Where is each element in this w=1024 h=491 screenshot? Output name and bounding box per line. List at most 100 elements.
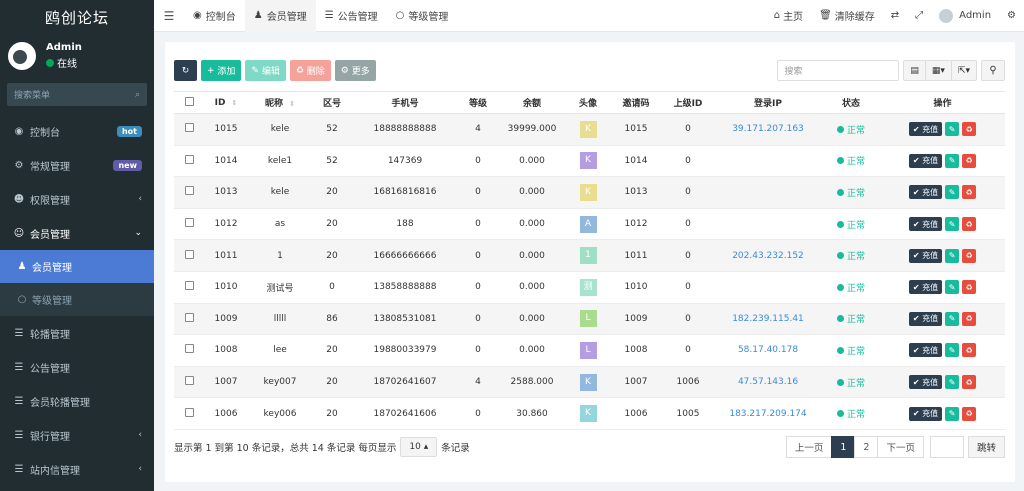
site-logo[interactable]: 鸥创论坛: [0, 0, 154, 34]
row-avatar[interactable]: K: [579, 120, 597, 138]
row-delete-button[interactable]: ♻: [962, 153, 977, 168]
row-delete-button[interactable]: ♻: [962, 406, 977, 421]
add-button[interactable]: + 添加: [201, 60, 242, 81]
admin-menu[interactable]: Admin: [931, 8, 999, 23]
page-button-1[interactable]: 1: [831, 436, 856, 458]
row-delete-button[interactable]: ♻: [962, 217, 977, 232]
row-edit-button[interactable]: ✎: [945, 248, 960, 263]
select-all-checkbox[interactable]: [174, 91, 204, 114]
sidebar-item2-2[interactable]: ☰ 会员轮播管理: [0, 384, 154, 418]
row-checkbox[interactable]: [174, 208, 204, 241]
sidebar-item-0[interactable]: ◉ 控制台 hot: [0, 114, 154, 148]
table-row[interactable]: 1015 kele 52 18888888888 4 39999.000 K 1…: [174, 113, 1005, 146]
sidebar-item2-3[interactable]: ☰ 银行管理 ‹: [0, 418, 154, 452]
column-header[interactable]: 上级ID: [662, 91, 714, 114]
ip-link[interactable]: 47.57.143.16: [738, 377, 798, 387]
table-row[interactable]: 1009 lllll 86 13808531081 0 0.000 L 1009…: [174, 303, 1005, 336]
row-avatar[interactable]: A: [579, 215, 597, 233]
jump-button[interactable]: 跳转: [967, 436, 1005, 458]
row-checkbox[interactable]: [174, 366, 204, 399]
charge-button[interactable]: ✔ 充值: [908, 185, 943, 200]
menu-toggle-icon[interactable]: ☰: [154, 9, 184, 23]
row-avatar[interactable]: K: [579, 183, 597, 201]
row-avatar[interactable]: K: [579, 373, 597, 391]
row-checkbox[interactable]: [174, 271, 204, 304]
row-delete-button[interactable]: ♻: [962, 280, 977, 295]
charge-button[interactable]: ✔ 充值: [908, 217, 943, 232]
table-row[interactable]: 1014 kele1 52 147369 0 0.000 K 1014 0 正常…: [174, 145, 1005, 178]
ip-link[interactable]: 183.217.209.174: [729, 409, 806, 419]
table-row[interactable]: 1008 lee 20 19880033979 0 0.000 L 1008 0…: [174, 334, 1005, 367]
sidebar-item2-1[interactable]: ☰ 公告管理: [0, 350, 154, 384]
table-row[interactable]: 1006 key006 20 18702641606 0 30.860 K 10…: [174, 397, 1005, 430]
column-header[interactable]: 登录IP: [714, 91, 822, 114]
language-icon[interactable]: ⇄: [883, 10, 907, 21]
sidebar-subitem-1[interactable]: ○ 等级管理: [0, 283, 154, 316]
column-header[interactable]: 操作: [880, 91, 1005, 114]
top-tab-3[interactable]: ○ 等级管理: [387, 0, 458, 32]
top-tab-0[interactable]: ◉ 控制台: [184, 0, 245, 32]
table-row[interactable]: 1010 测试号 0 13858888888 0 0.000 测 1010 0 …: [174, 271, 1005, 304]
row-edit-button[interactable]: ✎: [945, 217, 960, 232]
clear-cache-button[interactable]: 🗑 清除缓存: [811, 8, 883, 23]
row-avatar[interactable]: 1: [579, 247, 597, 265]
sidebar-subitem-0[interactable]: ♟ 会员管理: [0, 250, 154, 283]
row-edit-button[interactable]: ✎: [945, 311, 960, 326]
row-avatar[interactable]: 测: [579, 278, 597, 296]
top-tab-1[interactable]: ♟ 会员管理: [244, 0, 316, 32]
charge-button[interactable]: ✔ 充值: [908, 343, 943, 358]
row-checkbox[interactable]: [174, 239, 204, 272]
charge-button[interactable]: ✔ 充值: [908, 122, 943, 137]
ip-link[interactable]: 58.17.40.178: [738, 345, 798, 355]
row-avatar[interactable]: L: [579, 310, 597, 328]
row-checkbox[interactable]: [174, 303, 204, 336]
row-delete-button[interactable]: ♻: [962, 122, 977, 137]
sidebar-item-1[interactable]: ⚙ 常规管理 new: [0, 148, 154, 182]
column-header[interactable]: 等级: [458, 91, 498, 114]
charge-button[interactable]: ✔ 充值: [908, 153, 943, 168]
page-button-2[interactable]: 2: [854, 436, 879, 458]
prev-page-button[interactable]: 上一页: [785, 436, 833, 458]
row-checkbox[interactable]: [174, 334, 204, 367]
row-avatar[interactable]: L: [579, 341, 597, 359]
row-delete-button[interactable]: ♻: [962, 185, 977, 200]
table-row[interactable]: 1013 kele 20 16816816816 0 0.000 K 1013 …: [174, 176, 1005, 209]
card-view-icon[interactable]: ▤: [904, 61, 926, 80]
column-header[interactable]: 头像: [566, 91, 610, 114]
sidebar-search-input[interactable]: 搜索菜单 ⌕: [7, 83, 147, 106]
search-icon[interactable]: ⌕: [135, 90, 140, 100]
charge-button[interactable]: ✔ 充值: [908, 375, 943, 390]
table-search-input[interactable]: 搜索: [777, 60, 900, 81]
ip-link[interactable]: 202.43.232.152: [732, 251, 804, 261]
row-edit-button[interactable]: ✎: [945, 375, 960, 390]
row-checkbox[interactable]: [174, 113, 204, 146]
table-row[interactable]: 1007 key007 20 18702641607 4 2588.000 K …: [174, 366, 1005, 399]
table-row[interactable]: 1011 1 20 16666666666 0 0.000 1 1011 0 2…: [174, 239, 1005, 272]
sidebar-item2-4[interactable]: ☰ 站内信管理 ‹: [0, 452, 154, 486]
column-header[interactable]: 状态: [822, 91, 880, 114]
charge-button[interactable]: ✔ 充值: [908, 248, 943, 263]
sidebar-item-2[interactable]: ☻ 权限管理 ‹: [0, 182, 154, 216]
row-edit-button[interactable]: ✎: [945, 153, 960, 168]
more-button[interactable]: ⚙ 更多: [334, 60, 376, 81]
refresh-button[interactable]: ↻: [174, 60, 197, 81]
charge-button[interactable]: ✔ 充值: [908, 311, 943, 326]
row-delete-button[interactable]: ♻: [962, 375, 977, 390]
row-edit-button[interactable]: ✎: [945, 122, 960, 137]
row-delete-button[interactable]: ♻: [962, 311, 977, 326]
charge-button[interactable]: ✔ 充值: [908, 280, 943, 295]
column-header[interactable]: ID ⇕: [204, 91, 248, 114]
sidebar-item-3[interactable]: ☺ 会员管理 ⌄: [0, 216, 154, 250]
advanced-search-icon[interactable]: ⚲: [981, 60, 1005, 81]
row-avatar[interactable]: K: [579, 405, 597, 423]
row-delete-button[interactable]: ♻: [962, 248, 977, 263]
row-delete-button[interactable]: ♻: [962, 343, 977, 358]
column-header[interactable]: 昵称 ⇕: [248, 91, 312, 114]
column-header[interactable]: 手机号: [352, 91, 458, 114]
column-header[interactable]: 邀请码: [610, 91, 662, 114]
row-edit-button[interactable]: ✎: [945, 185, 960, 200]
row-avatar[interactable]: K: [579, 152, 597, 170]
jump-page-input[interactable]: [929, 436, 964, 458]
table-row[interactable]: 1012 as 20 188 0 0.000 A 1012 0 正常 ✔ 充值 …: [174, 208, 1005, 241]
sidebar-item2-0[interactable]: ☰ 轮播管理: [0, 316, 154, 350]
